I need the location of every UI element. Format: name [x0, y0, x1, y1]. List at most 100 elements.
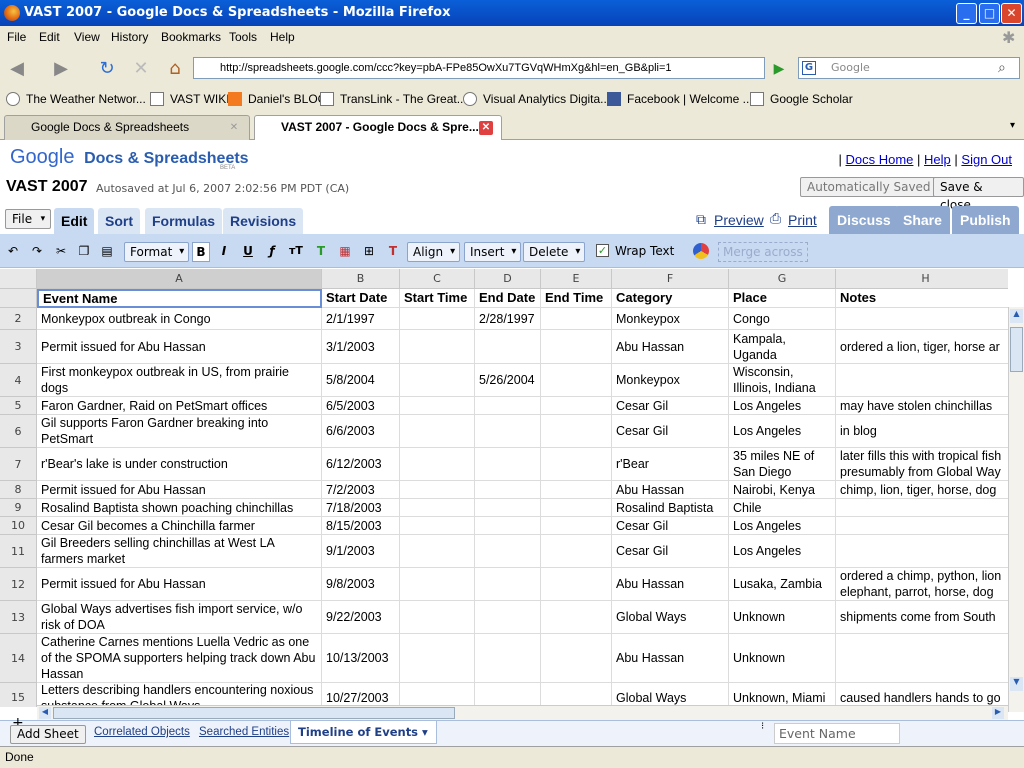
search-input[interactable]: Google [798, 57, 1020, 79]
share-button[interactable]: Share [895, 206, 950, 234]
discuss-button[interactable]: Discuss [829, 206, 899, 234]
row-header[interactable]: 6 [0, 415, 37, 448]
sheet-searched-entities[interactable]: Searched Entities [199, 726, 289, 738]
sheet-timeline-of-events[interactable]: Timeline of Events ▾ [290, 721, 437, 744]
menu-tools[interactable]: Tools [229, 30, 257, 44]
header-cell[interactable]: End Date [475, 289, 541, 308]
save-close-button[interactable]: Save & close [933, 177, 1024, 212]
font-size-icon[interactable]: тT [287, 242, 305, 262]
table-cell[interactable]: shipments come from South [836, 601, 1008, 634]
table-cell[interactable] [475, 601, 541, 634]
table-cell[interactable]: Congo [729, 308, 836, 330]
row-header[interactable]: 2 [0, 308, 37, 330]
table-cell[interactable] [541, 481, 612, 499]
print-link[interactable]: Print [788, 212, 817, 228]
row-header[interactable]: 8 [0, 481, 37, 499]
table-cell[interactable] [400, 683, 475, 707]
table-cell[interactable] [400, 364, 475, 397]
bookmark-google-scholar[interactable]: Google Scholar [750, 92, 853, 106]
table-cell[interactable]: 5/26/2004 [475, 364, 541, 397]
table-cell[interactable]: in blog [836, 415, 1008, 448]
automatically-saved-button[interactable]: Automatically Saved [800, 177, 938, 197]
table-cell[interactable]: 6/6/2003 [322, 415, 400, 448]
tab-vast-2007[interactable]: VAST 2007 - Google Docs & Spre... ✕ [254, 115, 502, 141]
table-cell[interactable]: ordered a lion, tiger, horse ar [836, 330, 1008, 364]
column-header-e[interactable]: E [541, 269, 612, 289]
table-cell[interactable] [400, 634, 475, 683]
tab-google-docs[interactable]: Google Docs & Spreadsheets ✕ [4, 115, 250, 140]
help-link[interactable]: Help [924, 152, 951, 167]
bookmark-facebook[interactable]: Facebook | Welcome ... [607, 92, 753, 106]
table-cell[interactable] [541, 634, 612, 683]
table-cell[interactable]: Abu Hassan [612, 634, 729, 683]
column-header-g[interactable]: G [729, 269, 836, 289]
table-cell[interactable] [541, 415, 612, 448]
table-cell[interactable] [541, 448, 612, 481]
table-cell[interactable]: Gil supports Faron Gardner breaking into… [37, 415, 322, 448]
file-menu-button[interactable]: File ▾ [5, 209, 52, 229]
clear-format-icon[interactable]: T [384, 242, 402, 262]
table-cell[interactable]: Unknown, Miami [729, 683, 836, 707]
table-cell[interactable] [541, 364, 612, 397]
format-dropdown[interactable]: Format [124, 242, 190, 262]
table-cell[interactable] [475, 517, 541, 535]
table-cell[interactable]: 6/12/2003 [322, 448, 400, 481]
table-cell[interactable]: 2/28/1997 [475, 308, 541, 330]
table-cell[interactable]: Permit issued for Abu Hassan [37, 330, 322, 364]
row-header[interactable]: 7 [0, 448, 37, 481]
table-cell[interactable]: Unknown [729, 634, 836, 683]
scroll-right-icon[interactable]: ▶ [992, 707, 1004, 719]
table-cell[interactable]: Kampala, Uganda [729, 330, 836, 364]
table-cell[interactable] [541, 568, 612, 601]
table-cell[interactable]: Abu Hassan [612, 481, 729, 499]
table-cell[interactable] [541, 535, 612, 568]
table-cell[interactable]: Los Angeles [729, 397, 836, 415]
row-header[interactable]: 12 [0, 568, 37, 601]
table-cell[interactable]: ordered a chimp, python, lion elephant, … [836, 568, 1008, 601]
delete-dropdown[interactable]: Delete [523, 242, 586, 262]
url-field[interactable]: http://spreadsheets.google.com/ccc?key=p… [193, 57, 765, 79]
table-cell[interactable]: chimp, lion, tiger, horse, dog [836, 481, 1008, 499]
table-cell[interactable]: Lusaka, Zambia [729, 568, 836, 601]
table-cell[interactable]: Monkeypox [612, 364, 729, 397]
table-cell[interactable]: later fills this with tropical fish pres… [836, 448, 1008, 481]
row-header[interactable]: 13 [0, 601, 37, 634]
table-cell[interactable]: Los Angeles [729, 415, 836, 448]
row-header[interactable] [0, 289, 37, 308]
sheet-correlated-objects[interactable]: Correlated Objects [94, 726, 190, 738]
table-cell[interactable] [475, 415, 541, 448]
corner-cell[interactable] [0, 269, 37, 289]
table-cell[interactable]: 5/8/2004 [322, 364, 400, 397]
table-cell[interactable] [541, 499, 612, 517]
tab-sort[interactable]: Sort [98, 208, 140, 234]
font-icon[interactable]: ƒ [263, 242, 281, 262]
table-cell[interactable] [400, 568, 475, 601]
table-cell[interactable]: 6/5/2003 [322, 397, 400, 415]
table-cell[interactable]: Faron Gardner, Raid on PetSmart offices [37, 397, 322, 415]
table-cell[interactable] [475, 481, 541, 499]
table-cell[interactable]: Cesar Gil becomes a Chinchilla farmer [37, 517, 322, 535]
table-cell[interactable]: Catherine Carnes mentions Luella Vedric … [37, 634, 322, 683]
stop-icon[interactable]: ✕ [128, 56, 154, 82]
insert-dropdown[interactable]: Insert [464, 242, 522, 262]
wrap-text-checkbox[interactable]: ✓ [596, 244, 609, 257]
table-cell[interactable] [400, 308, 475, 330]
go-icon[interactable]: ▶ [766, 56, 792, 82]
table-cell[interactable] [400, 415, 475, 448]
table-cell[interactable] [475, 448, 541, 481]
header-cell[interactable]: Place [729, 289, 836, 308]
table-cell[interactable]: r'Bear's lake is under construction [37, 448, 322, 481]
table-cell[interactable] [400, 499, 475, 517]
table-cell[interactable]: 7/2/2003 [322, 481, 400, 499]
underline-button[interactable]: U [239, 242, 257, 262]
cell-reference-field[interactable]: Event Name [774, 723, 900, 744]
vertical-scroll-thumb[interactable] [1010, 327, 1023, 372]
table-cell[interactable] [541, 601, 612, 634]
table-cell[interactable]: Cesar Gil [612, 517, 729, 535]
menu-help[interactable]: Help [270, 30, 295, 44]
table-cell[interactable] [475, 683, 541, 707]
google-engine-icon[interactable]: G [802, 61, 816, 75]
horizontal-scroll-thumb[interactable] [53, 707, 455, 719]
back-icon[interactable]: ◀ [4, 56, 30, 82]
table-cell[interactable]: Wisconsin, Illinois, Indiana [729, 364, 836, 397]
